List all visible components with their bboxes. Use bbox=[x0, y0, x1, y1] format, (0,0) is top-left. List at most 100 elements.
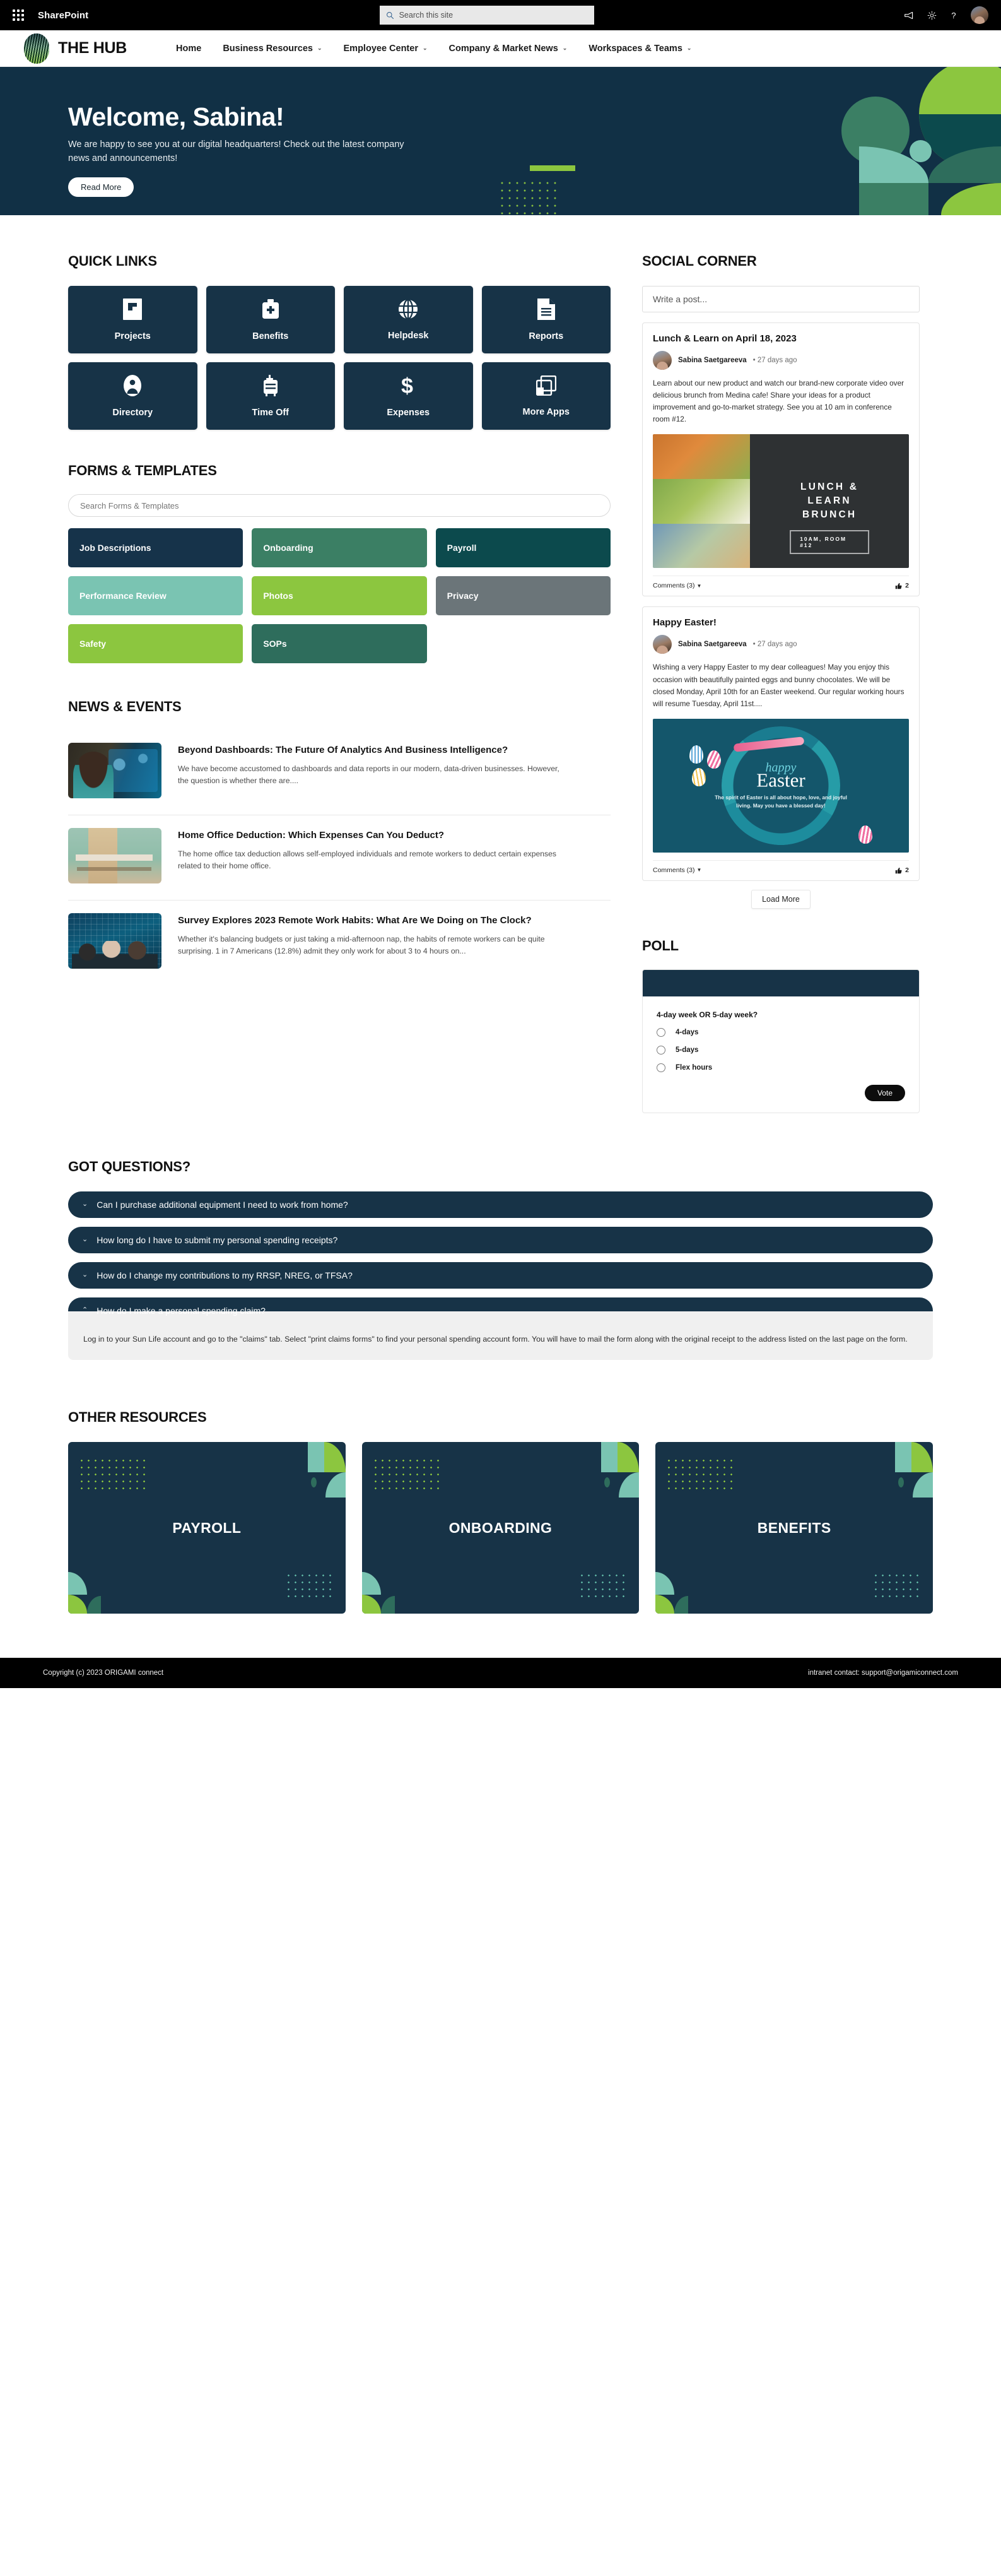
quick-link-benefits[interactable]: Benefits bbox=[206, 286, 335, 353]
form-tile-photos[interactable]: Photos bbox=[252, 576, 427, 615]
gear-icon[interactable] bbox=[927, 11, 937, 20]
news-item[interactable]: Survey Explores 2023 Remote Work Habits:… bbox=[68, 900, 611, 985]
faq-item-expanded: ⌃ How do I make a personal spending clai… bbox=[68, 1297, 933, 1361]
read-more-button[interactable]: Read More bbox=[68, 177, 134, 197]
food-photo-1 bbox=[653, 434, 751, 480]
avatar bbox=[653, 351, 672, 370]
post-meta: Sabina Saetgareeva • 27 days ago bbox=[653, 351, 909, 370]
shape-mint-quarter bbox=[619, 1472, 640, 1498]
post-likes[interactable]: 2 bbox=[895, 582, 909, 589]
svg-text:?: ? bbox=[951, 11, 956, 20]
thumbs-up-icon bbox=[895, 867, 902, 874]
forms-search-input[interactable] bbox=[68, 494, 611, 517]
radio-button[interactable] bbox=[657, 1045, 665, 1055]
post-text: Learn about our new product and watch ou… bbox=[653, 379, 904, 424]
footer-contact[interactable]: intranet contact: support@origamiconnect… bbox=[808, 1669, 958, 1677]
tile-label: Onboarding bbox=[263, 543, 313, 553]
faq-item: ⌄ How do I change my contributions to my… bbox=[68, 1261, 933, 1289]
easter-headline: Easter bbox=[756, 769, 805, 791]
quick-link-label: Time Off bbox=[252, 407, 290, 418]
form-tile-privacy[interactable]: Privacy bbox=[435, 576, 611, 615]
form-tile-performance-review[interactable]: Performance Review bbox=[68, 576, 243, 615]
dot-grid bbox=[284, 1572, 334, 1602]
nav-item-company-market-news[interactable]: Company & Market News ⌄ bbox=[449, 44, 568, 54]
document-lines-icon bbox=[537, 298, 555, 323]
hero-heading: Welcome, Sabina! bbox=[68, 102, 284, 131]
nav-item-employee-center[interactable]: Employee Center ⌄ bbox=[344, 44, 428, 54]
dollar-sign-icon: $ bbox=[401, 374, 415, 399]
main-nav: Home Business Resources ⌄ Employee Cente… bbox=[176, 44, 691, 54]
vote-button[interactable]: Vote bbox=[864, 1084, 905, 1101]
suite-bar: SharePoint Search this site ? bbox=[0, 0, 1001, 30]
write-post-input[interactable] bbox=[642, 286, 920, 312]
radio-button[interactable] bbox=[657, 1027, 665, 1037]
tile-label: SOPs bbox=[263, 639, 287, 649]
suite-title[interactable]: SharePoint bbox=[38, 10, 88, 21]
quick-links-title: QUICK LINKS bbox=[68, 253, 157, 269]
dot-grid bbox=[872, 1572, 922, 1602]
nav-item-workspaces-teams[interactable]: Workspaces & Teams ⌄ bbox=[588, 44, 691, 54]
load-more-button[interactable]: Load More bbox=[751, 889, 811, 909]
post-comments-toggle[interactable]: Comments (3) ▼ bbox=[653, 866, 701, 874]
help-icon[interactable]: ? bbox=[949, 11, 958, 20]
quick-link-label: Projects bbox=[114, 331, 151, 341]
quick-link-time-off[interactable]: Time Off bbox=[206, 362, 335, 430]
post-image-easter[interactable]: happy Easter The spirit of Easter is all… bbox=[653, 718, 909, 853]
form-tile-job-descriptions[interactable]: Job Descriptions bbox=[68, 528, 243, 567]
quick-link-expenses[interactable]: $ Expenses bbox=[344, 362, 473, 430]
quick-link-more-apps[interactable]: More Apps bbox=[481, 362, 611, 430]
poll-option-4-days[interactable]: 4-days bbox=[657, 1027, 905, 1037]
shape-mint-bar bbox=[894, 1442, 911, 1473]
hero-content: Welcome, Sabina! We are happy to see you… bbox=[0, 67, 542, 197]
vote-wrap: Vote bbox=[657, 1084, 905, 1101]
nav-item-home[interactable]: Home bbox=[176, 44, 201, 54]
waffle-icon[interactable] bbox=[9, 6, 28, 25]
resource-card-benefits[interactable]: BENEFITS bbox=[655, 1442, 933, 1614]
shape-mint-bar bbox=[307, 1442, 324, 1473]
quick-link-helpdesk[interactable]: Helpdesk bbox=[344, 286, 473, 353]
poll-option-5-days[interactable]: 5-days bbox=[657, 1045, 905, 1055]
form-tile-sops[interactable]: SOPs bbox=[252, 624, 427, 663]
news-item[interactable]: Beyond Dashboards: The Future Of Analyti… bbox=[68, 730, 611, 815]
post-likes[interactable]: 2 bbox=[895, 866, 909, 874]
news-item[interactable]: Home Office Deduction: Which Expenses Ca… bbox=[68, 815, 611, 900]
other-resources-section: OTHER RESOURCES PAYROLL ONBOARDING BENEF… bbox=[0, 1369, 1001, 1614]
nav-item-business-resources[interactable]: Business Resources ⌄ bbox=[223, 44, 322, 54]
form-tile-payroll[interactable]: Payroll bbox=[435, 528, 611, 567]
faq-question-equipment[interactable]: ⌄ Can I purchase additional equipment I … bbox=[68, 1191, 933, 1218]
post-image-lunch-learn[interactable]: LUNCH & LEARN BRUNCH 10AM, ROOM #12 bbox=[653, 434, 909, 569]
chevron-down-icon: ⌄ bbox=[82, 1236, 88, 1244]
form-tile-safety[interactable]: Safety bbox=[68, 624, 243, 663]
faq-question-receipts[interactable]: ⌄ How long do I have to submit my person… bbox=[68, 1226, 933, 1253]
tile-label: Photos bbox=[263, 591, 293, 601]
form-tile-onboarding[interactable]: Onboarding bbox=[252, 528, 427, 567]
faq-item: ⌄ How long do I have to submit my person… bbox=[68, 1226, 933, 1253]
search-input[interactable]: Search this site bbox=[379, 6, 594, 25]
dot-grid bbox=[578, 1572, 628, 1602]
quick-link-directory[interactable]: Directory bbox=[68, 362, 197, 430]
easter-egg bbox=[858, 825, 872, 844]
news-item-desc: We have become accustomed to dashboards … bbox=[178, 764, 559, 786]
forms-tiles-grid: Job Descriptions Onboarding Payroll Perf… bbox=[68, 528, 611, 663]
megaphone-icon[interactable] bbox=[904, 11, 915, 20]
quick-link-projects[interactable]: Projects bbox=[68, 286, 197, 353]
poster-line-1: LUNCH & bbox=[800, 482, 859, 493]
post-timestamp: • 27 days ago bbox=[753, 357, 797, 364]
chevron-down-icon: ⌄ bbox=[562, 45, 568, 51]
radio-button[interactable] bbox=[657, 1063, 665, 1072]
quick-link-reports[interactable]: Reports bbox=[481, 286, 611, 353]
quick-links-section: QUICK LINKS Projects Benefits Helpdesk R… bbox=[68, 253, 611, 430]
faq-item: ⌄ Can I purchase additional equipment I … bbox=[68, 1191, 933, 1218]
easter-subtext: The spirit of Easter is all about hope, … bbox=[715, 794, 847, 809]
comments-label: Comments (3) bbox=[653, 582, 695, 590]
poll-option-flex-hours[interactable]: Flex hours bbox=[657, 1063, 905, 1072]
resource-card-onboarding[interactable]: ONBOARDING bbox=[361, 1442, 640, 1614]
faq-section: GOT QUESTIONS? ⌄ Can I purchase addition… bbox=[0, 1113, 1001, 1361]
faq-question-contributions[interactable]: ⌄ How do I change my contributions to my… bbox=[68, 1261, 933, 1289]
load-more-wrap: Load More bbox=[642, 889, 920, 909]
user-avatar[interactable] bbox=[971, 6, 988, 24]
post-comments-toggle[interactable]: Comments (3) ▼ bbox=[653, 582, 701, 589]
brand-logo[interactable]: THE HUB bbox=[24, 33, 127, 64]
faq-question-text: How long do I have to submit my personal… bbox=[97, 1234, 338, 1245]
resource-card-payroll[interactable]: PAYROLL bbox=[68, 1442, 346, 1614]
